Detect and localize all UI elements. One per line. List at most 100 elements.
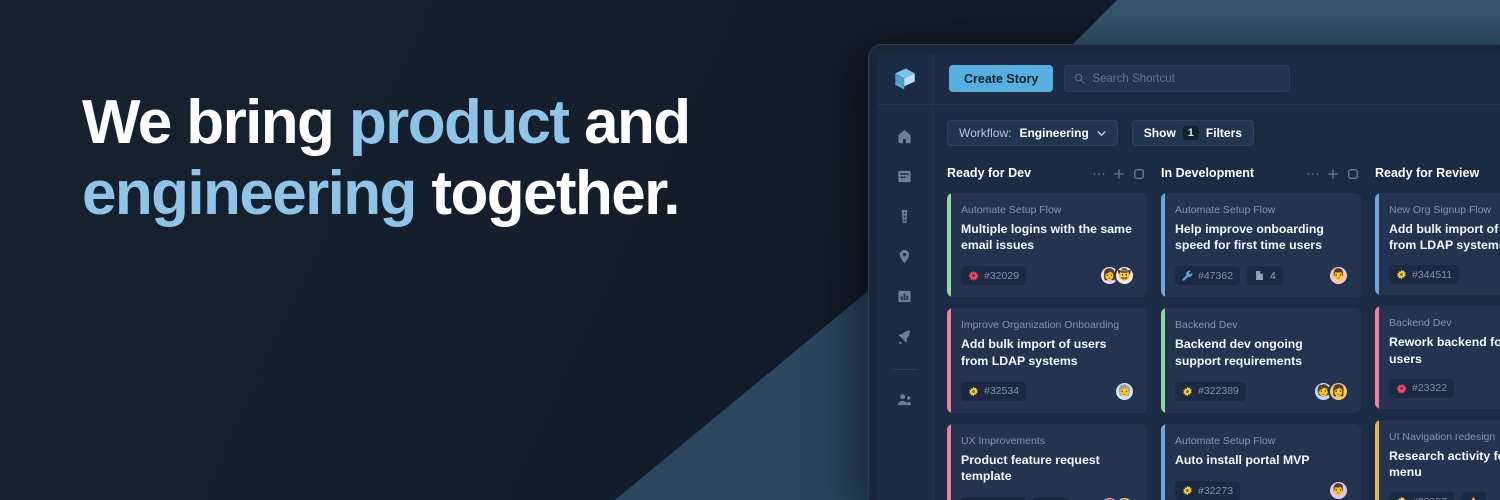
story-footer: #32029 👩 🤠 [961, 265, 1135, 287]
story-id-badge[interactable]: #32534 [961, 381, 1027, 401]
workflow-selector[interactable]: Workflow: Engineering [947, 120, 1118, 146]
app-window: Create Story Search Shortcut Workflow: E… [868, 44, 1500, 500]
story-type-icon [968, 270, 979, 282]
home-icon [898, 129, 911, 143]
story-footer: #32534 🧓 [961, 380, 1135, 402]
story-id-label: #32397 [1412, 496, 1447, 500]
story-card[interactable]: Backend Dev Rework backend for all post u… [1375, 306, 1500, 409]
avatar[interactable]: 👩 [1328, 380, 1349, 402]
extra-badge-count: 4 [1270, 269, 1276, 282]
doc-icon [1256, 271, 1263, 281]
app-viewport: Create Story Search Shortcut Workflow: E… [877, 53, 1500, 500]
story-card[interactable]: Automate Setup Flow Help improve onboardi… [1161, 193, 1361, 298]
search-input[interactable]: Search Shortcut [1064, 65, 1291, 92]
avatar[interactable]: 🤠 [1114, 265, 1135, 287]
story-card[interactable]: Automate Setup Flow Multiple logins with … [947, 193, 1147, 298]
story-type-icon [1182, 485, 1193, 496]
story-assignees: 👩👨 [1099, 496, 1135, 500]
story-assignees: 🧑 👩 [1313, 380, 1349, 402]
sidebar-item-stories[interactable] [894, 165, 916, 187]
doc-icon-wrap [1254, 270, 1265, 281]
workflow-value-label: Engineering [1019, 126, 1089, 140]
sidebar-item-roadmap[interactable] [894, 205, 916, 227]
story-id-badge[interactable]: #322389 [1175, 381, 1246, 401]
column-collapse-icon[interactable] [1347, 167, 1359, 179]
story-card[interactable]: Improve Organization Onboarding Add bulk … [947, 308, 1147, 413]
story-epic-label: Backend Dev [1389, 317, 1452, 330]
story-type-icon [1182, 386, 1193, 397]
shortcut-logo[interactable] [877, 53, 933, 105]
app-sidebar [877, 105, 933, 500]
column-more-icon[interactable] [1307, 167, 1319, 179]
story-footer: #32273 👨 [1175, 480, 1349, 500]
story-type-icon [1182, 270, 1193, 282]
story-title: Multiple logins with the same email issu… [961, 222, 1132, 253]
story-epic-label: Backend Dev [1175, 319, 1238, 332]
story-id-label: #32534 [984, 385, 1020, 398]
story-id-label: #32029 [984, 269, 1020, 282]
avatar[interactable]: 👨 [1114, 496, 1135, 500]
story-card[interactable]: Backend Dev Backend dev ongoing support r… [1161, 308, 1361, 413]
avatar[interactable]: 👨 [1328, 265, 1349, 287]
column-add-story-icon[interactable] [1113, 167, 1125, 179]
story-id-label: #32273 [1198, 484, 1234, 497]
headline-part-3: together. [415, 158, 680, 228]
iterations-rocket-icon [898, 329, 911, 344]
story-type-stripe [1375, 306, 1379, 409]
board-column: Ready for Dev Automate Setup Flow Multiple… [947, 164, 1147, 500]
show-label: Show [1143, 126, 1176, 140]
story-footer: #23322 [1389, 378, 1500, 398]
story-title: Add bulk import of users from LDAP syste… [961, 337, 1107, 368]
column-title: In Development [1161, 166, 1255, 180]
story-type-icon [1396, 496, 1407, 500]
story-card[interactable]: UI Navigation redesign Research activity … [1375, 419, 1500, 500]
column-add-story-icon[interactable] [1327, 167, 1339, 179]
column-header: In Development [1161, 164, 1361, 182]
story-id-badge[interactable]: #32029 [961, 266, 1027, 286]
show-filters-button[interactable]: Show 1 Filters [1131, 120, 1254, 146]
chore-icon [1182, 271, 1193, 282]
avatar[interactable]: 👨 [1328, 480, 1349, 500]
story-id-badge[interactable]: #32273 [1175, 481, 1241, 500]
story-type-stripe [1161, 423, 1165, 500]
app-topbar: Create Story Search Shortcut [877, 53, 1500, 105]
sidebar-item-reports[interactable] [894, 285, 916, 307]
story-card[interactable]: New Org Signup Flow Add bulk import of us… [1375, 193, 1500, 296]
story-assignees: 🧓 [1114, 380, 1135, 402]
create-story-button[interactable]: Create Story [949, 65, 1054, 92]
chevron-down-icon [1097, 130, 1106, 136]
feature-icon [969, 386, 978, 397]
sidebar-item-milestones[interactable] [894, 245, 916, 267]
story-id-badge[interactable]: #32397 [1389, 492, 1455, 500]
story-title: Research activity for side menu [1389, 448, 1500, 480]
story-type-icon [1396, 269, 1407, 280]
story-type-stripe [1375, 193, 1379, 296]
headline-accent-product: product [348, 88, 570, 157]
sidebar-item-iterations[interactable] [894, 325, 916, 347]
story-footer: #221291👩👨 [961, 496, 1135, 500]
feature-icon [1183, 485, 1192, 496]
story-assignees: 👨 [1328, 480, 1349, 500]
story-id-badge[interactable]: #344511 [1389, 265, 1460, 285]
column-collapse-icon[interactable] [1133, 167, 1145, 179]
column-actions [1093, 167, 1145, 179]
story-card[interactable]: UX Improvements Product feature request t… [947, 423, 1147, 500]
story-id-badge[interactable]: #23322 [1389, 378, 1455, 398]
story-card[interactable]: Automate Setup Flow Auto install portal M… [1161, 423, 1361, 500]
reports-chart-icon [898, 290, 911, 302]
sidebar-item-people[interactable] [894, 388, 916, 410]
story-epic-label: Improve Organization Onboarding [961, 319, 1120, 332]
milestone-pin-icon [899, 249, 910, 263]
story-type-stripe [947, 423, 951, 500]
story-extra-badge[interactable]: 4 [1247, 266, 1283, 286]
board-columns: Ready for Dev Automate Setup Flow Multiple… [947, 164, 1500, 500]
sidebar-item-home[interactable] [894, 125, 916, 147]
column-more-icon[interactable] [1093, 167, 1105, 179]
page-headline: We bring product and engineering togethe… [82, 88, 782, 229]
story-id-badge[interactable]: #47362 [1175, 266, 1241, 286]
story-id-label: #344511 [1412, 268, 1453, 281]
story-type-icon [1396, 383, 1407, 394]
story-extra-badge[interactable] [1461, 492, 1487, 500]
story-epic-label: UI Navigation redesign [1389, 430, 1496, 443]
avatar[interactable]: 🧓 [1114, 380, 1135, 402]
